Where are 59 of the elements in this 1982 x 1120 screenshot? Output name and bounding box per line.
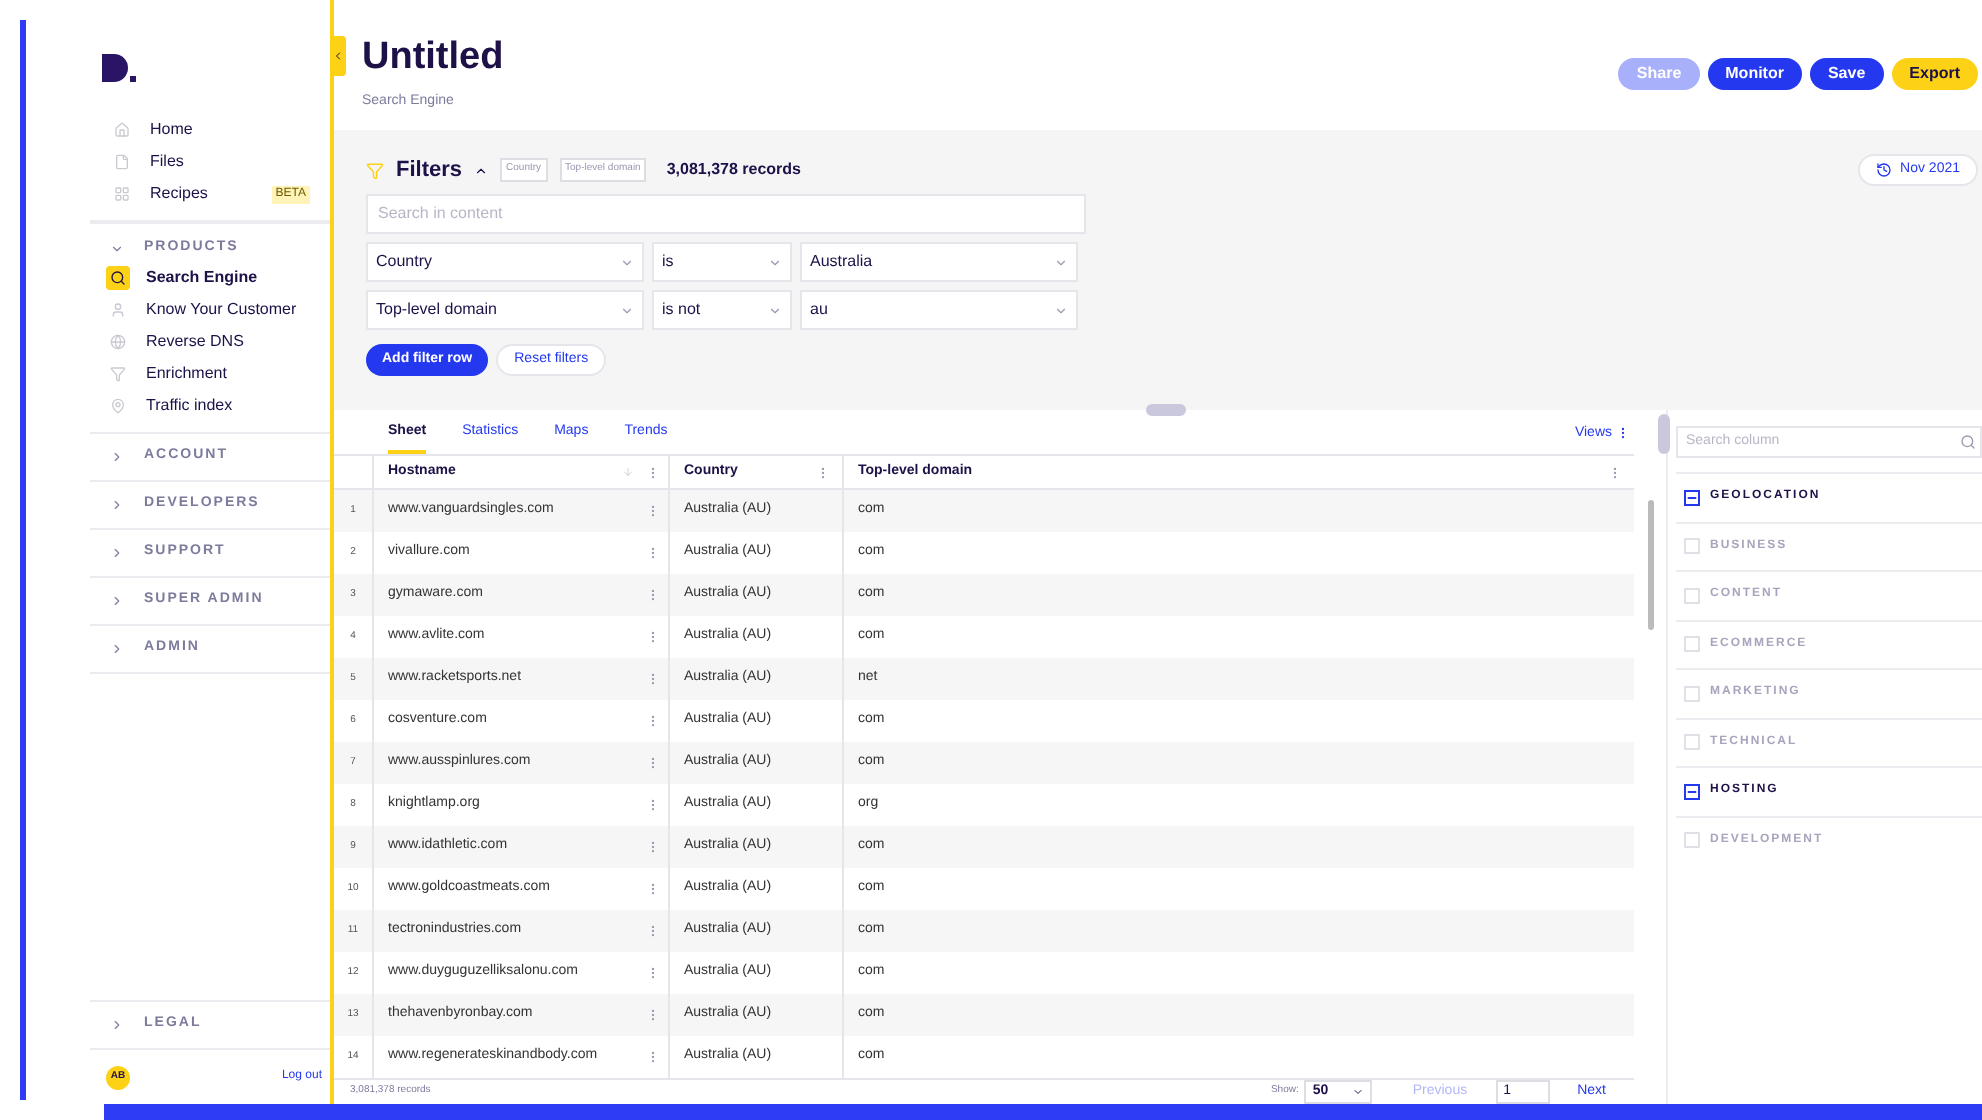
sort-icon[interactable] <box>622 466 634 478</box>
nav-item[interactable]: Know Your Customer <box>146 298 297 322</box>
chevron-down-icon <box>768 303 782 317</box>
nav-item[interactable]: Enrichment <box>146 362 227 386</box>
scrollbar[interactable] <box>1647 500 1653 630</box>
globe-icon <box>110 334 126 350</box>
chevron-up-icon[interactable] <box>474 163 489 177</box>
search-icon <box>106 266 130 290</box>
chevron-down-icon <box>1054 303 1068 317</box>
user-icon <box>110 302 126 318</box>
header-button[interactable]: Save <box>1809 58 1884 90</box>
nav-item[interactable]: Home <box>150 118 310 142</box>
header-button[interactable]: Monitor <box>1707 58 1802 90</box>
filter-icon <box>366 161 384 179</box>
nav-item[interactable]: Recipes <box>150 182 256 206</box>
search-icon <box>1960 434 1976 450</box>
logo-icon <box>102 54 138 86</box>
grid-icon <box>114 186 130 202</box>
home-icon <box>114 122 130 138</box>
chevron-icon <box>110 450 124 464</box>
chevron-icon <box>110 1018 124 1032</box>
file-icon <box>114 154 130 170</box>
more-icon[interactable] <box>1616 426 1630 441</box>
header-button[interactable]: Export <box>1891 58 1978 90</box>
filter-select[interactable]: is not <box>652 290 792 330</box>
filter-select[interactable]: is <box>652 242 792 282</box>
nav-item[interactable]: Traffic index <box>146 394 233 418</box>
minus-icon <box>1686 491 1698 504</box>
chevron-icon <box>110 498 124 512</box>
record-count: 3,081,378 records <box>666 158 802 182</box>
resize-handle[interactable] <box>1146 404 1186 416</box>
chevron-left-icon <box>332 50 344 62</box>
chevron-icon <box>110 546 124 560</box>
page-title: Untitled <box>362 36 504 80</box>
chevron-icon <box>110 241 124 255</box>
chevron-icon <box>110 642 124 656</box>
chevron-down-icon <box>620 255 634 269</box>
filter-select[interactable]: Top-level domain <box>366 290 644 330</box>
history-icon <box>1876 162 1893 178</box>
chevron-down-icon <box>1352 1086 1365 1098</box>
filter-select[interactable]: au <box>800 290 1078 330</box>
nav-item[interactable]: Files <box>150 150 310 174</box>
minus-icon <box>1686 785 1698 798</box>
filter-select[interactable]: Country <box>366 242 644 282</box>
collapse-button[interactable] <box>330 36 346 76</box>
chevron-down-icon <box>1054 255 1068 269</box>
chevron-down-icon <box>768 255 782 269</box>
nav-item[interactable]: Reverse DNS <box>146 330 244 354</box>
filter-select[interactable]: Australia <box>800 242 1078 282</box>
panel-handle[interactable] <box>1658 414 1670 454</box>
pin-icon <box>110 398 126 414</box>
chevron-icon <box>110 594 124 608</box>
funnel-icon <box>110 366 126 382</box>
filters-title: Filters <box>396 155 463 186</box>
search-field[interactable]: Search in content <box>366 193 1086 233</box>
chevron-down-icon <box>620 303 634 317</box>
nav-item[interactable]: Search Engine <box>146 266 258 290</box>
group-checkbox[interactable] <box>1684 783 1700 800</box>
group-checkbox[interactable] <box>1684 489 1700 506</box>
